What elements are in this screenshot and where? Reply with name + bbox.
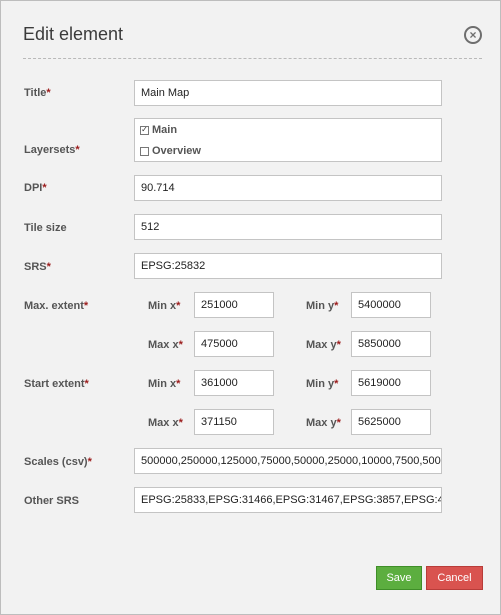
start-extent-min-x-label: Min x*	[148, 378, 181, 390]
dpi-label: DPI*	[24, 182, 47, 194]
close-icon[interactable]: ×	[464, 26, 482, 44]
other-srs-label: Other SRS	[24, 495, 80, 507]
layerset-option-overview[interactable]: Overview	[140, 145, 201, 157]
title-label: Title*	[24, 87, 51, 99]
layerset-option-main[interactable]: ✓ Main	[140, 124, 177, 136]
tile-size-input[interactable]: 512	[134, 214, 442, 240]
start-extent-max-y-input[interactable]: 5625000	[351, 409, 431, 435]
header-divider	[23, 58, 482, 59]
max-extent-min-x-input[interactable]: 251000	[194, 292, 274, 318]
title-input[interactable]: Main Map	[134, 80, 442, 106]
srs-label: SRS*	[24, 261, 51, 273]
start-extent-label: Start extent*	[24, 378, 89, 390]
tile-size-label: Tile size	[24, 222, 67, 234]
dialog-header: Edit element ×	[23, 23, 483, 59]
save-button[interactable]: Save	[376, 566, 422, 590]
layersets-list: ✓ Main Overview	[134, 118, 442, 162]
max-extent-max-x-label: Max x*	[148, 339, 183, 351]
start-extent-min-y-label: Min y*	[306, 378, 339, 390]
max-extent-min-y-input[interactable]: 5400000	[351, 292, 431, 318]
edit-element-dialog: Edit element × Title* Main Map Layersets…	[0, 0, 501, 615]
dpi-input[interactable]: 90.714	[134, 175, 442, 201]
layersets-label: Layersets*	[24, 144, 80, 156]
cancel-button[interactable]: Cancel	[426, 566, 483, 590]
scales-input[interactable]: 500000,250000,125000,75000,50000,25000,1…	[134, 448, 442, 474]
dialog-title: Edit element	[23, 24, 124, 44]
max-extent-min-y-label: Min y*	[306, 300, 339, 312]
checkbox-checked-icon[interactable]: ✓	[140, 125, 149, 135]
srs-input[interactable]: EPSG:25832	[134, 253, 442, 279]
max-extent-max-x-input[interactable]: 475000	[194, 331, 274, 357]
max-extent-max-y-label: Max y*	[306, 339, 341, 351]
start-extent-min-x-input[interactable]: 361000	[194, 370, 274, 396]
max-extent-min-x-label: Min x*	[148, 300, 181, 312]
start-extent-min-y-input[interactable]: 5619000	[351, 370, 431, 396]
checkbox-unchecked-icon[interactable]	[140, 146, 149, 156]
start-extent-max-y-label: Max y*	[306, 417, 341, 429]
max-extent-label: Max. extent*	[24, 300, 89, 312]
start-extent-max-x-input[interactable]: 371150	[194, 409, 274, 435]
max-extent-max-y-input[interactable]: 5850000	[351, 331, 431, 357]
start-extent-max-x-label: Max x*	[148, 417, 183, 429]
other-srs-input[interactable]: EPSG:25833,EPSG:31466,EPSG:31467,EPSG:38…	[134, 487, 442, 513]
scales-label: Scales (csv)*	[24, 456, 92, 468]
